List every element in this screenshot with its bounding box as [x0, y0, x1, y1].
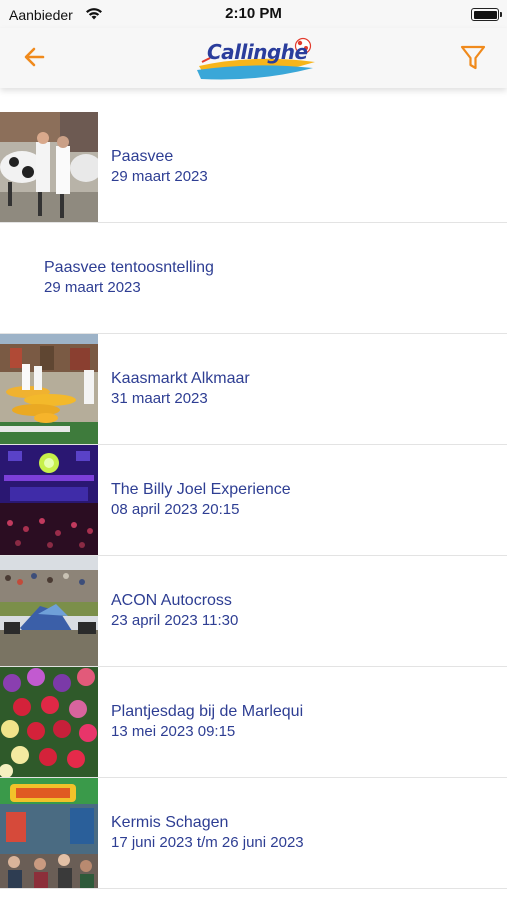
event-title: ACON Autocross: [111, 592, 232, 609]
event-row-paasvee[interactable]: Paasvee 29 maart 2023: [0, 112, 507, 223]
event-row-paasvee-tentoonstelling[interactable]: Paasvee tentoosntelling 29 maart 2023: [0, 223, 507, 334]
event-date: 23 april 2023 11:30: [111, 612, 239, 629]
filter-button[interactable]: [456, 40, 490, 74]
event-date: 13 mei 2023 09:15: [111, 723, 236, 740]
event-title: Paasvee tentoosntelling: [44, 259, 214, 276]
event-date: 08 april 2023 20:15: [111, 501, 240, 518]
event-thumbnail: [0, 112, 98, 222]
callinghe-logo: Callinghe: [193, 32, 319, 82]
event-thumbnail: [0, 778, 98, 888]
event-date: 31 maart 2023: [111, 390, 208, 407]
event-thumbnail: [0, 556, 98, 666]
arrow-left-icon: [24, 47, 45, 67]
event-title: The Billy Joel Experience: [111, 481, 291, 498]
filter-funnel-icon: [460, 45, 486, 70]
logo-text: Callinghe: [207, 40, 308, 64]
event-title: Paasvee: [111, 148, 174, 165]
event-thumbnail: [0, 667, 98, 777]
event-title: Kermis Schagen: [111, 814, 229, 831]
event-date: 29 maart 2023: [44, 279, 141, 296]
event-row-billy-joel-experience[interactable]: The Billy Joel Experience 08 april 2023 …: [0, 445, 507, 556]
event-date: 29 maart 2023: [111, 168, 208, 185]
back-button[interactable]: [18, 40, 52, 74]
event-thumbnail: [0, 334, 98, 444]
event-list: Paasvee 29 maart 2023 Paasvee tentoosnte…: [0, 112, 507, 889]
event-row-kaasmarkt-alkmaar[interactable]: Kaasmarkt Alkmaar 31 maart 2023: [0, 334, 507, 445]
event-date: 17 juni 2023 t/m 26 juni 2023: [111, 834, 304, 851]
event-row-kermis-schagen[interactable]: Kermis Schagen 17 juni 2023 t/m 26 juni …: [0, 778, 507, 889]
navigation-bar: Callinghe: [0, 28, 507, 88]
event-row-plantjesdag[interactable]: Plantjesdag bij de Marlequi 13 mei 2023 …: [0, 667, 507, 778]
event-thumbnail: [0, 445, 98, 555]
battery-icon: [471, 8, 502, 21]
status-bar: Aanbieder 2:10 PM: [0, 0, 507, 28]
event-row-acon-autocross[interactable]: ACON Autocross 23 april 2023 11:30: [0, 556, 507, 667]
status-time: 2:10 PM: [225, 5, 282, 22]
event-title: Plantjesdag bij de Marlequi: [111, 703, 304, 720]
event-title: Kaasmarkt Alkmaar: [111, 370, 250, 387]
